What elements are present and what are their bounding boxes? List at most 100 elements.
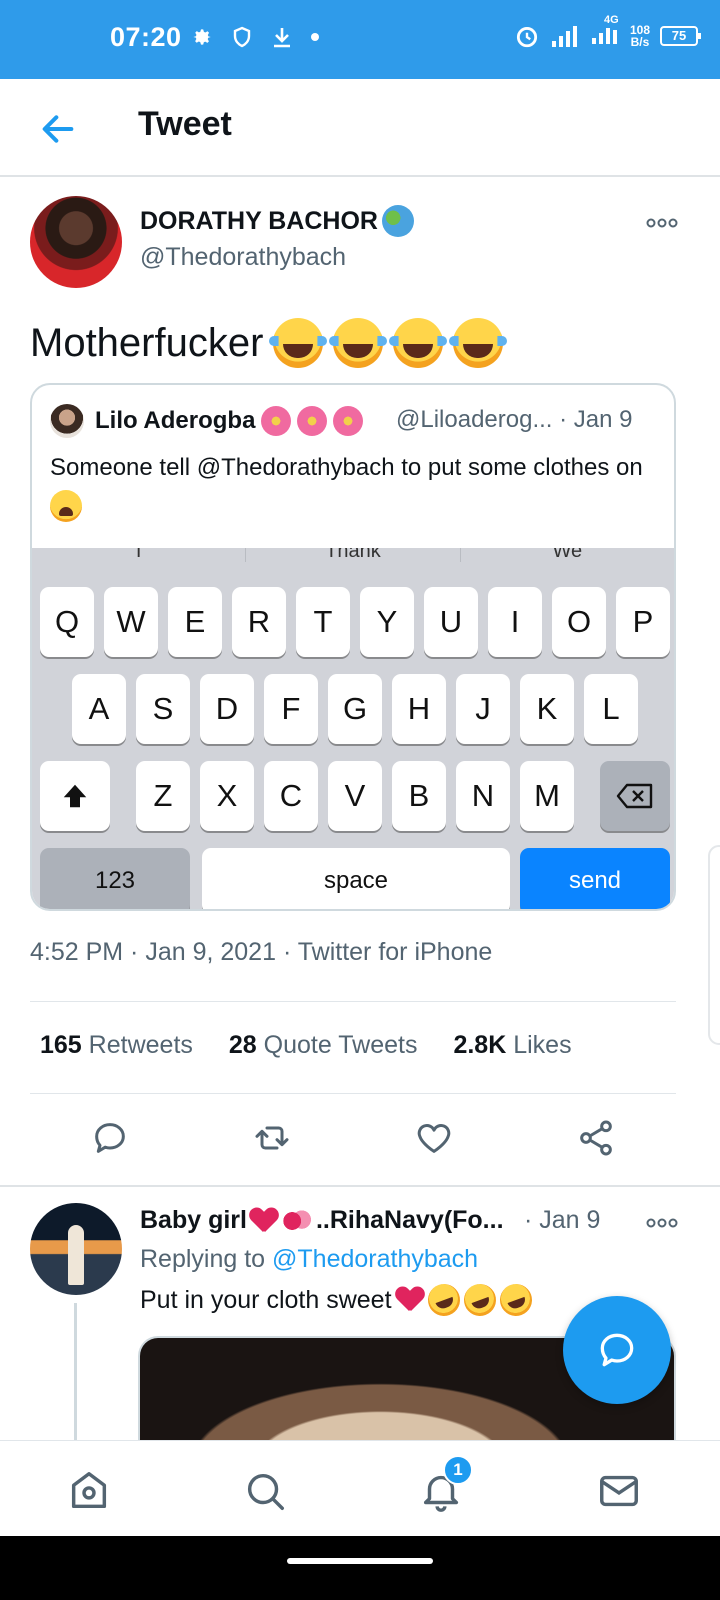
- reply-more-options-button[interactable]: [646, 1210, 678, 1236]
- home-icon: [71, 1472, 107, 1509]
- more-dots-icon: [646, 218, 678, 228]
- thread-line: [74, 1303, 77, 1443]
- key: W: [104, 587, 158, 657]
- quoted-tweet-text: Someone tell @Thedorathybach to put some…: [50, 449, 650, 523]
- nav-search[interactable]: [242, 1468, 288, 1514]
- divider: [30, 1001, 676, 1002]
- author-avatar[interactable]: [30, 196, 122, 288]
- share-icon: [580, 1120, 612, 1156]
- replying-to-handle-link[interactable]: @Thedorathybach: [272, 1245, 478, 1273]
- reply-bubble-icon: [95, 1123, 125, 1153]
- red-heart-emoji-icon: [250, 1208, 278, 1234]
- key: T: [296, 587, 350, 657]
- author-handle[interactable]: @Thedorathybach: [140, 243, 346, 272]
- network-speed: 108 B/s: [629, 22, 650, 49]
- key: Y: [360, 587, 414, 657]
- space-key: space: [202, 848, 510, 909]
- nav-messages[interactable]: [596, 1468, 642, 1514]
- tweet-text: Motherfucker: [30, 318, 508, 368]
- network-type-label: 4G: [603, 14, 619, 26]
- more-options-button[interactable]: [646, 210, 678, 236]
- key: J: [456, 674, 510, 744]
- signal-icon: [551, 25, 577, 47]
- tweet-meta: 4:52 PM · Jan 9, 2021 · Twitter for iPho…: [30, 938, 493, 966]
- key: U: [424, 587, 478, 657]
- edge-panel-handle[interactable]: [708, 845, 720, 1045]
- download-icon: [274, 28, 290, 48]
- key: S: [136, 674, 190, 744]
- numbers-key: 123: [40, 848, 190, 909]
- tears-of-joy-emoji-icon: [449, 318, 508, 368]
- back-button[interactable]: [38, 109, 78, 149]
- key: H: [392, 674, 446, 744]
- shift-arrow-icon: [63, 784, 87, 808]
- key: V: [328, 761, 382, 831]
- quoted-author-name: Lilo Aderogba: [95, 406, 364, 436]
- key: I: [488, 587, 542, 657]
- retweet-button[interactable]: [252, 1118, 296, 1162]
- key: K: [520, 674, 574, 744]
- key: E: [168, 587, 222, 657]
- hibiscus-emoji-icon: [333, 406, 364, 436]
- tweet-source[interactable]: Twitter for iPhone: [298, 938, 493, 966]
- reply-author-avatar[interactable]: [30, 1203, 122, 1295]
- back-arrow-icon: [42, 115, 74, 143]
- suggestion: I: [32, 548, 247, 562]
- key: G: [328, 674, 382, 744]
- weary-face-emoji-icon: [50, 489, 82, 522]
- two-hearts-emoji-icon: [280, 1206, 313, 1235]
- compose-reply-button[interactable]: [563, 1296, 671, 1404]
- key: F: [264, 674, 318, 744]
- retweets-stat[interactable]: 165 Retweets: [40, 1031, 193, 1060]
- mail-icon: [600, 1475, 638, 1507]
- keyboard-suggestions: I Thank We: [32, 548, 674, 562]
- quoted-author-handle: @Liloaderog... · Jan 9: [396, 406, 633, 433]
- quote-tweets-stat[interactable]: 28 Quote Tweets: [229, 1031, 418, 1060]
- shield-icon: [233, 26, 251, 48]
- divider: [30, 1093, 676, 1094]
- key: A: [72, 674, 126, 744]
- status-time: 07:20: [110, 22, 182, 52]
- key: B: [392, 761, 446, 831]
- tears-of-joy-emoji-icon: [389, 318, 448, 368]
- status-icons-left: [188, 24, 320, 50]
- key: Z: [136, 761, 190, 831]
- status-icons-right: 4G 108 B/s 75: [514, 14, 701, 51]
- settings-gear-icon: [193, 29, 211, 45]
- share-button[interactable]: [576, 1118, 620, 1162]
- reply-button[interactable]: [90, 1118, 134, 1162]
- key: X: [200, 761, 254, 831]
- nav-home[interactable]: [66, 1468, 112, 1514]
- tears-of-joy-emoji-icon: [269, 318, 328, 368]
- notification-badge: 1: [443, 1455, 473, 1485]
- quoted-author-avatar: [50, 404, 84, 438]
- shift-key: [40, 761, 110, 831]
- key: L: [584, 674, 638, 744]
- red-heart-emoji-icon: [396, 1287, 424, 1313]
- author-name[interactable]: DORATHY BACHOR: [140, 205, 414, 237]
- quoted-tweet[interactable]: Lilo Aderogba @Liloaderog... · Jan 9 Som…: [30, 383, 676, 911]
- bottom-navigation: 1: [0, 1440, 720, 1536]
- rofl-emoji-icon: [459, 1279, 501, 1321]
- rofl-emoji-icon: [423, 1279, 465, 1321]
- key: C: [264, 761, 318, 831]
- suggestion: Thank: [246, 548, 461, 562]
- keyboard-image: I Thank We Q W E R T Y U I O P A S D F G…: [32, 548, 674, 909]
- reply-author-name[interactable]: Baby girl ..RihaNavy(Fo...: [140, 1206, 504, 1235]
- tweet-header: Tweet: [0, 79, 720, 177]
- dot-icon: [311, 33, 319, 41]
- backspace-key: [600, 761, 670, 831]
- retweet-icon: [255, 1126, 289, 1150]
- key: O: [552, 587, 606, 657]
- tweet-timestamp: 4:52 PM · Jan 9, 2021: [30, 938, 276, 966]
- rofl-emoji-icon: [495, 1279, 537, 1321]
- backspace-icon: [616, 783, 653, 809]
- send-key: send: [520, 848, 670, 909]
- hibiscus-emoji-icon: [297, 406, 328, 436]
- tears-of-joy-emoji-icon: [329, 318, 388, 368]
- home-gesture-pill[interactable]: [287, 1558, 433, 1564]
- like-button[interactable]: [414, 1118, 458, 1162]
- likes-stat[interactable]: 2.8K Likes: [453, 1031, 571, 1060]
- page-title: Tweet: [138, 105, 232, 143]
- tweet-stats: 165 Retweets 28 Quote Tweets 2.8K Likes: [40, 1031, 572, 1060]
